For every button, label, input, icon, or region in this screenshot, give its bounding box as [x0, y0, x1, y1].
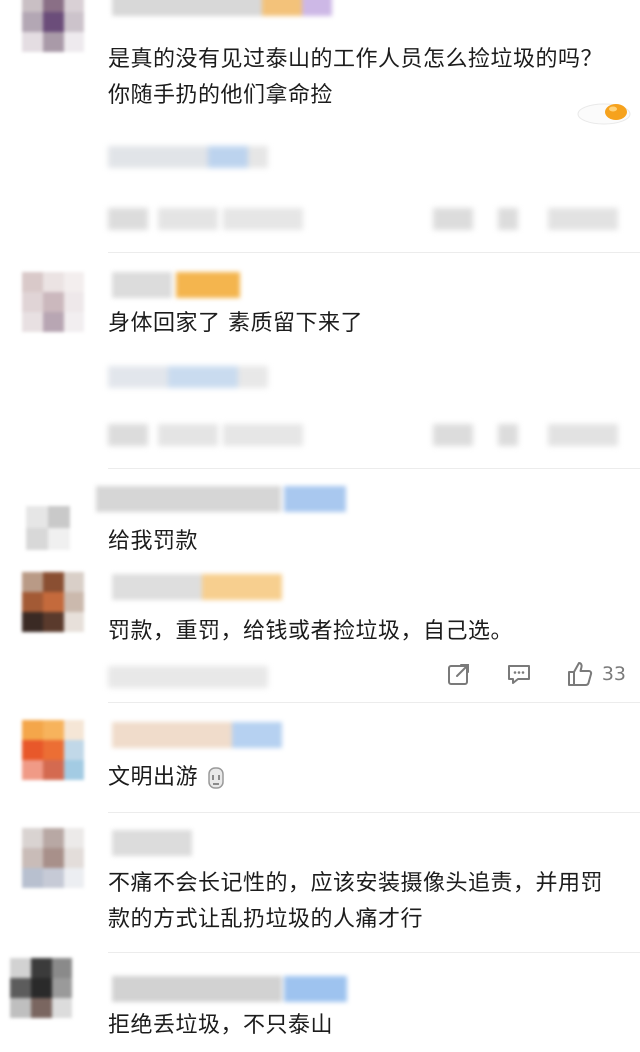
username[interactable] — [112, 272, 242, 298]
username[interactable] — [112, 574, 282, 600]
share-button[interactable] — [446, 661, 472, 687]
reply-preview[interactable] — [108, 364, 278, 392]
avatar[interactable] — [26, 506, 70, 550]
comment-item: 给我罚款 — [0, 470, 640, 562]
like-button[interactable]: 33 — [566, 660, 626, 688]
username[interactable] — [112, 830, 192, 856]
share-icon — [447, 664, 469, 685]
avatar[interactable] — [22, 720, 84, 780]
comment-meta — [108, 424, 620, 446]
comment-text: 拒绝丢垃圾，不只泰山 — [108, 1013, 334, 1038]
comment-item: 罚款，重罚，给钱或者捡垃圾，自己选。 33 — [0, 562, 640, 703]
comment-text: 是真的没有见过泰山的工作人员怎么捡垃圾的吗？你随手扔的他们拿命捡 — [108, 47, 604, 108]
comment-item: 文明出游 — [0, 702, 640, 813]
comment-text-content: 文明出游 — [108, 765, 199, 790]
comment-item: 身体回家了 素质留下来了 — [0, 260, 640, 470]
comment-item: 是真的没有见过泰山的工作人员怎么捡垃圾的吗？你随手扔的他们拿命捡 — [0, 0, 640, 260]
comment-item: 拒绝丢垃圾，不只泰山 — [0, 952, 640, 1052]
username[interactable] — [112, 0, 332, 16]
avatar[interactable] — [22, 272, 84, 332]
speechless-emoji-icon — [207, 767, 224, 789]
username[interactable] — [112, 976, 347, 1002]
username[interactable] — [96, 486, 346, 512]
comment-text: 罚款，重罚，给钱或者捡垃圾，自己选。 — [108, 619, 514, 644]
comment-button[interactable] — [506, 661, 532, 687]
fried-egg-sticker — [577, 103, 631, 125]
comment-item: 不痛不会长记性的，应该安装摄像头追责，并用罚款的方式让乱扔垃圾的人痛才行 — [0, 812, 640, 953]
comment-text: 不痛不会长记性的，应该安装摄像头追责，并用罚款的方式让乱扔垃圾的人痛才行 — [108, 871, 604, 932]
avatar[interactable] — [10, 958, 72, 1018]
like-count: 33 — [601, 663, 626, 685]
comment-meta — [108, 208, 620, 230]
comment-meta — [108, 666, 380, 688]
username[interactable] — [112, 722, 282, 748]
avatar[interactable] — [22, 828, 84, 888]
comment-text: 文明出游 — [108, 760, 618, 796]
reply-preview[interactable] — [108, 144, 308, 170]
comment-actions: 33 — [446, 660, 626, 688]
like-icon — [567, 662, 592, 686]
avatar[interactable] — [22, 0, 84, 52]
comment-icon — [507, 665, 530, 684]
comment-text: 身体回家了 素质留下来了 — [108, 311, 363, 336]
comment-text: 给我罚款 — [108, 529, 199, 554]
avatar[interactable] — [22, 572, 84, 632]
